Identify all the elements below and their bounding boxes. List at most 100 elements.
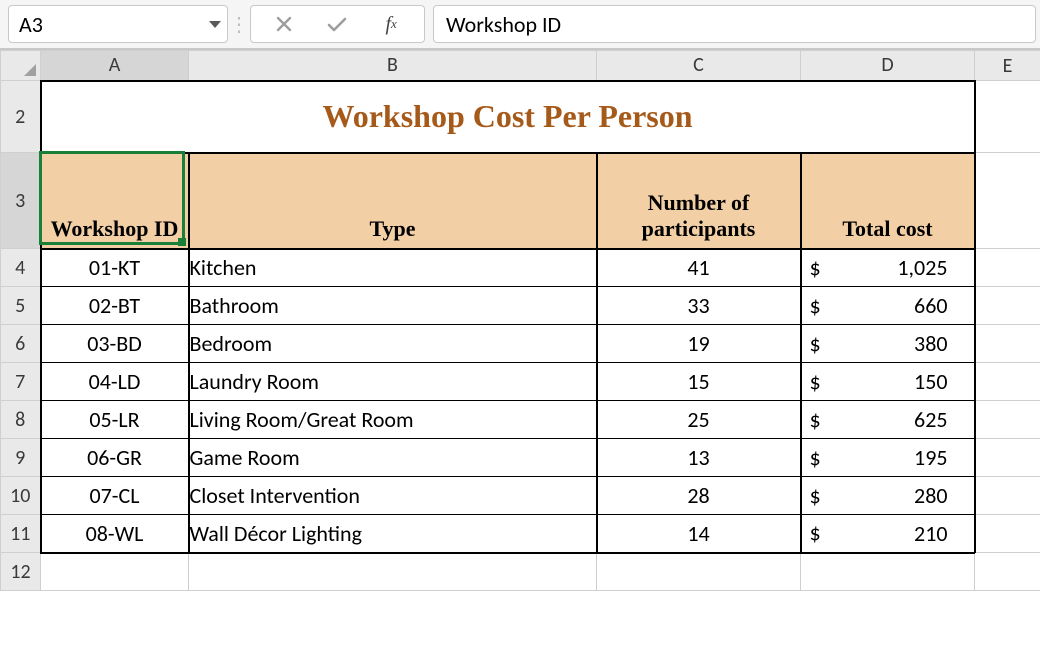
enter-icon[interactable] <box>321 9 353 39</box>
cell-cost[interactable]: $1,025 <box>801 249 975 287</box>
cell-blank[interactable] <box>975 515 1040 553</box>
fx-icon[interactable]: fx <box>375 9 407 39</box>
currency-symbol: $ <box>810 254 821 281</box>
cell-type[interactable]: Game Room <box>189 439 597 477</box>
cell-participants[interactable]: 28 <box>597 477 801 515</box>
cell-blank[interactable] <box>975 363 1040 401</box>
row-2: 2 Workshop Cost Per Person <box>1 81 1040 153</box>
cell-b12[interactable] <box>189 553 597 591</box>
cell-participants[interactable]: 25 <box>597 401 801 439</box>
currency-symbol: $ <box>810 368 821 395</box>
currency-symbol: $ <box>810 444 821 471</box>
row-head-3[interactable]: 3 <box>1 153 41 249</box>
table-row: 704-LDLaundry Room15$150 <box>1 363 1040 401</box>
cell-participants[interactable]: 41 <box>597 249 801 287</box>
cell-participants[interactable]: 14 <box>597 515 801 553</box>
row-head[interactable]: 6 <box>1 325 41 363</box>
cell-cost[interactable]: $280 <box>801 477 975 515</box>
row-head[interactable]: 9 <box>1 439 41 477</box>
cell-id[interactable]: 01-KT <box>41 249 189 287</box>
row-head-12[interactable]: 12 <box>1 553 41 591</box>
currency-symbol: $ <box>810 292 821 319</box>
cell-e2[interactable] <box>975 81 1040 153</box>
chevron-down-icon[interactable] <box>209 21 221 28</box>
cell-blank[interactable] <box>975 287 1040 325</box>
row-head[interactable]: 11 <box>1 515 41 553</box>
cell-participants[interactable]: 13 <box>597 439 801 477</box>
spreadsheet-grid[interactable]: A B C D E 2 Workshop Cost Per Person 3 W… <box>0 50 1040 591</box>
row-12: 12 <box>1 553 1040 591</box>
cell-id[interactable]: 03-BD <box>41 325 189 363</box>
cell-e3[interactable] <box>975 153 1040 249</box>
currency-symbol: $ <box>810 520 821 547</box>
cell-e12[interactable] <box>975 553 1040 591</box>
table-row: 1007-CLCloset Intervention28$280 <box>1 477 1040 515</box>
page-title: Workshop Cost Per Person <box>322 98 692 134</box>
cell-id[interactable]: 06-GR <box>41 439 189 477</box>
table-row: 805-LRLiving Room/Great Room25$625 <box>1 401 1040 439</box>
cell-cost[interactable]: $625 <box>801 401 975 439</box>
row-head[interactable]: 7 <box>1 363 41 401</box>
divider-icon: ⋮ <box>236 5 242 43</box>
row-head[interactable]: 5 <box>1 287 41 325</box>
table-row: 1108-WLWall Décor Lighting14$210 <box>1 515 1040 553</box>
row-head[interactable]: 4 <box>1 249 41 287</box>
cell-a12[interactable] <box>41 553 189 591</box>
header-participants[interactable]: Number of participants <box>597 153 801 249</box>
cell-type[interactable]: Wall Décor Lighting <box>189 515 597 553</box>
cell-id[interactable]: 02-BT <box>41 287 189 325</box>
cell-type[interactable]: Bathroom <box>189 287 597 325</box>
row-head[interactable]: 10 <box>1 477 41 515</box>
cell-participants[interactable]: 19 <box>597 325 801 363</box>
cell-c12[interactable] <box>597 553 801 591</box>
row-3: 3 Workshop ID Type Number of participant… <box>1 153 1040 249</box>
col-head-a[interactable]: A <box>41 51 189 81</box>
col-head-c[interactable]: C <box>597 51 801 81</box>
cell-d12[interactable] <box>801 553 975 591</box>
table-row: 401-KTKitchen41$1,025 <box>1 249 1040 287</box>
formula-bar: A3 ⋮ fx Workshop ID <box>0 0 1040 50</box>
col-head-e[interactable]: E <box>975 51 1040 81</box>
cell-id[interactable]: 04-LD <box>41 363 189 401</box>
cell-type[interactable]: Closet Intervention <box>189 477 597 515</box>
cell-cost[interactable]: $195 <box>801 439 975 477</box>
cell-id[interactable]: 08-WL <box>41 515 189 553</box>
col-head-d[interactable]: D <box>801 51 975 81</box>
header-total-cost[interactable]: Total cost <box>801 153 975 249</box>
header-type[interactable]: Type <box>189 153 597 249</box>
formula-input-value: Workshop ID <box>446 11 561 38</box>
cell-cost[interactable]: $210 <box>801 515 975 553</box>
cell-blank[interactable] <box>975 325 1040 363</box>
cell-participants[interactable]: 15 <box>597 363 801 401</box>
currency-symbol: $ <box>810 330 821 357</box>
col-head-b[interactable]: B <box>189 51 597 81</box>
name-box[interactable]: A3 <box>8 5 228 43</box>
cell-type[interactable]: Kitchen <box>189 249 597 287</box>
cell-blank[interactable] <box>975 477 1040 515</box>
row-head[interactable]: 8 <box>1 401 41 439</box>
cell-participants[interactable]: 33 <box>597 287 801 325</box>
table-row: 906-GRGame Room13$195 <box>1 439 1040 477</box>
cell-type[interactable]: Living Room/Great Room <box>189 401 597 439</box>
cancel-icon[interactable] <box>268 9 300 39</box>
cell-id[interactable]: 07-CL <box>41 477 189 515</box>
cell-cost[interactable]: $660 <box>801 287 975 325</box>
row-head-2[interactable]: 2 <box>1 81 41 153</box>
cell-id[interactable]: 05-LR <box>41 401 189 439</box>
cell-cost[interactable]: $150 <box>801 363 975 401</box>
formula-bar-buttons: fx <box>250 5 425 43</box>
select-all-corner[interactable] <box>1 51 41 81</box>
cell-blank[interactable] <box>975 401 1040 439</box>
column-header-row: A B C D E <box>1 51 1040 81</box>
formula-input[interactable]: Workshop ID <box>433 5 1036 43</box>
title-cell[interactable]: Workshop Cost Per Person <box>41 81 975 153</box>
cell-cost[interactable]: $380 <box>801 325 975 363</box>
cell-blank[interactable] <box>975 249 1040 287</box>
table-row: 502-BTBathroom33$660 <box>1 287 1040 325</box>
currency-symbol: $ <box>810 482 821 509</box>
cell-type[interactable]: Bedroom <box>189 325 597 363</box>
cell-type[interactable]: Laundry Room <box>189 363 597 401</box>
name-box-value: A3 <box>19 11 43 38</box>
cell-blank[interactable] <box>975 439 1040 477</box>
header-workshop-id[interactable]: Workshop ID <box>41 153 189 249</box>
